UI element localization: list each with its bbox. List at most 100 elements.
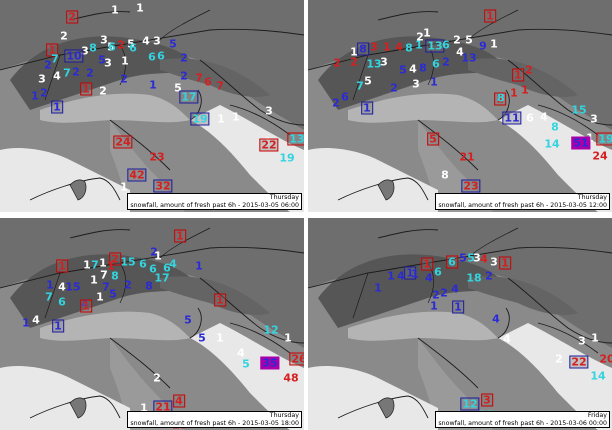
snow-value-label: 5: [242, 357, 250, 371]
snow-value-label: 9: [479, 39, 487, 53]
snow-value-label: 1: [136, 1, 144, 15]
snow-value-label: 1: [415, 38, 423, 52]
snow-value-label: 2: [40, 86, 48, 100]
map-caption: Thursday snowfall, amount of fresh past 6…: [435, 193, 610, 210]
snow-value-label: 4: [409, 62, 417, 76]
snow-value-label: 4: [395, 40, 403, 54]
snow-value-label: 1: [499, 256, 511, 270]
snow-value-label: 6: [434, 265, 442, 279]
snow-value-label: 22: [569, 355, 589, 369]
snow-value-label: 1: [174, 229, 186, 243]
snow-value-label: 24: [113, 135, 133, 149]
snow-value-label: 8: [145, 279, 153, 293]
snow-value-label: 1: [121, 54, 129, 68]
snow-value-label: 2: [555, 352, 563, 366]
snow-value-label: 12: [263, 323, 279, 337]
snow-value-label: 5: [109, 287, 117, 301]
snow-value-label: 2: [72, 65, 80, 79]
map-panel-bottom-right: 165534311141641821224114431222201412313F…: [308, 218, 612, 430]
snow-value-label: 3: [590, 112, 598, 126]
snow-value-label: 2: [60, 29, 68, 43]
snow-value-label: 4: [503, 332, 511, 346]
snow-value-label: 13: [366, 57, 382, 71]
snow-value-label: 1: [216, 331, 224, 345]
snow-value-label: 1: [22, 316, 30, 330]
snow-value-label: 5: [169, 37, 177, 51]
map-caption: Thursday snowfall, amount of fresh past 6…: [127, 193, 302, 210]
snow-value-label: 6: [442, 38, 450, 52]
map-panel-top-left: 2 1 1 2 3 3 8 5 6 2 5 6 4 3 5 1 2 7 10 5 3 1 6 6 2 3 4 7 2 2 2 2 7 6 7 1 2 1 2…: [0, 0, 304, 212]
map-caption-text: snowfall, amount of fresh past 6h - 2015…: [438, 419, 607, 427]
snow-value-label: 6: [526, 111, 534, 125]
snow-value-label: 5: [184, 313, 192, 327]
snow-value-label: 6: [204, 75, 212, 89]
map-caption-text: snowfall, amount of fresh past 6h - 2015…: [130, 201, 299, 209]
snow-value-label: 15: [571, 103, 587, 117]
snow-value-label: 2: [124, 278, 132, 292]
snow-value-label: 1: [423, 26, 431, 40]
snow-value-label: 3: [38, 72, 46, 86]
snow-value-label: 51: [571, 136, 591, 150]
snow-value-label: 3: [481, 393, 493, 407]
map-caption-text: snowfall, amount of fresh past 6h - 2015…: [438, 201, 607, 209]
snow-value-label: 5: [427, 132, 439, 146]
snow-value-label: 1: [96, 290, 104, 304]
snow-value-label: 4: [540, 110, 548, 124]
snow-value-label: 1: [421, 257, 433, 271]
snow-value-label: 1: [512, 68, 524, 82]
map-day-label: Thursday: [577, 194, 607, 201]
snow-value-label: 2: [442, 55, 450, 69]
snow-value-label: 8: [419, 61, 427, 75]
snow-value-label: 1: [452, 300, 464, 314]
snow-value-label: 1: [46, 278, 54, 292]
snow-value-label: 1: [383, 40, 391, 54]
snow-value-label: 21: [459, 150, 475, 164]
snow-value-label: 3: [265, 104, 273, 118]
snow-value-label: 6: [341, 90, 349, 104]
snow-value-label: 1: [484, 9, 496, 23]
snow-value-label: 2: [120, 72, 128, 86]
snow-value-label: 4: [451, 282, 459, 296]
snow-value-label: 6: [446, 255, 458, 269]
snow-value-label: 7: [216, 79, 224, 93]
snow-value-label: 1: [430, 299, 438, 313]
snow-value-label: 3: [412, 77, 420, 91]
snow-value-label: 2: [525, 63, 533, 77]
snow-value-label: 11: [502, 111, 522, 125]
snow-value-label: 13: [287, 132, 304, 146]
snow-value-label: 5: [399, 63, 407, 77]
snow-value-label: 3: [370, 40, 378, 54]
snow-value-label: 5: [198, 331, 206, 345]
snow-value-label: 8: [497, 91, 505, 105]
snow-value-label: 6: [129, 41, 137, 55]
snow-value-label: 1: [80, 82, 92, 96]
snow-value-label: 23: [461, 179, 481, 193]
snow-value-label: 7: [45, 290, 53, 304]
snow-value-label: 1: [387, 269, 395, 283]
map-caption: Friday snowfall, amount of fresh past 6h …: [435, 411, 610, 428]
snow-value-label: 1: [510, 86, 518, 100]
snow-value-label: 1: [232, 110, 240, 124]
snow-value-label: 1: [52, 319, 64, 333]
snow-value-label: 5: [465, 33, 473, 47]
snow-value-label: 1: [284, 331, 292, 345]
snow-value-label: 6: [139, 257, 147, 271]
snow-value-label: 1: [195, 259, 203, 273]
snow-value-label: 2: [333, 56, 341, 70]
snow-value-label: 14: [590, 369, 606, 383]
snow-value-label: 1: [591, 331, 599, 345]
snow-value-label: 6: [58, 295, 66, 309]
snow-value-label: 17: [154, 271, 170, 285]
snow-value-label: 4: [480, 252, 488, 266]
snow-value-label: 1: [56, 259, 68, 273]
snow-value-label: 42: [127, 168, 147, 182]
map-caption-text: snowfall, amount of fresh past 6h - 2015…: [130, 419, 299, 427]
snow-value-label: 5: [364, 74, 372, 88]
snow-value-label: 2: [440, 286, 448, 300]
snow-value-label: 1: [107, 259, 115, 273]
snow-value-label: 3: [104, 56, 112, 70]
snow-value-label: 20: [599, 352, 612, 366]
snow-value-label: 3: [153, 34, 161, 48]
snow-value-label: 2: [180, 51, 188, 65]
snow-value-label: 32: [153, 179, 173, 193]
